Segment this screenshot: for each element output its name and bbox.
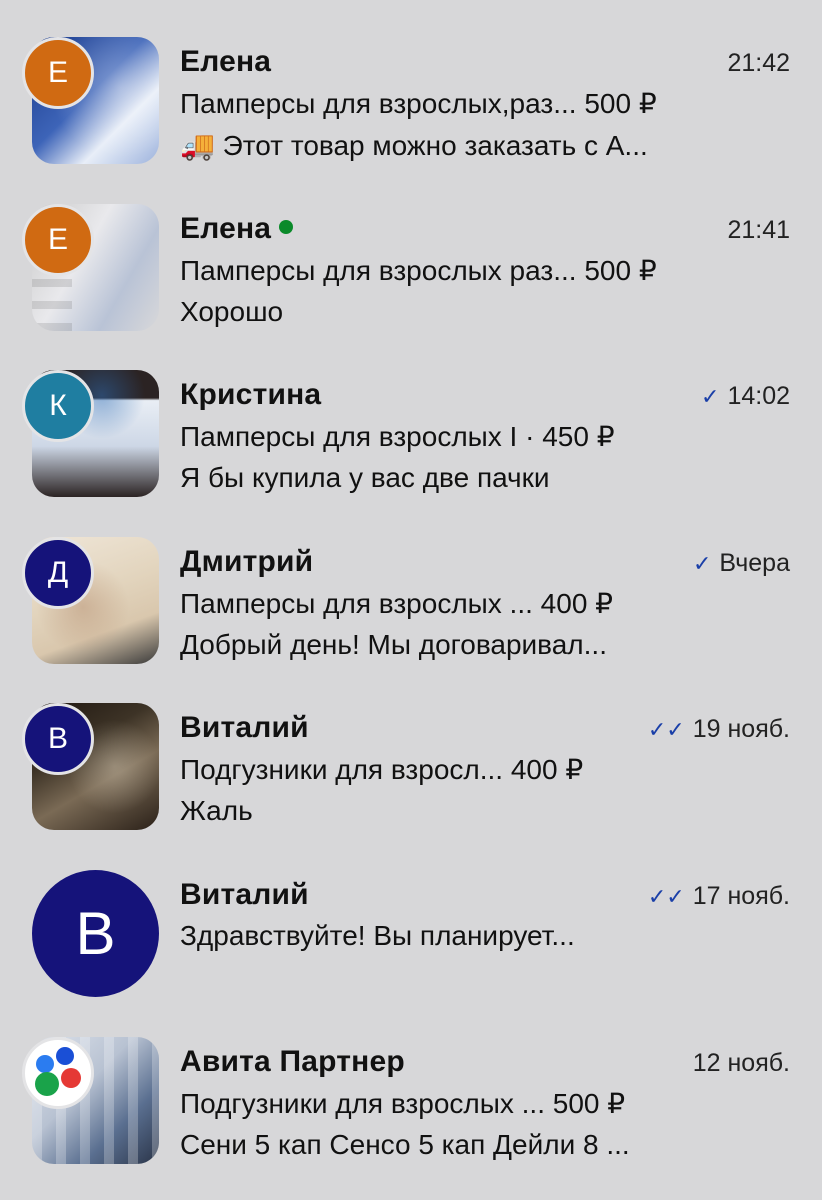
avatar: Е: [22, 204, 94, 276]
listing-title: Подгузники для взрослых ... 500 ₽: [180, 1088, 626, 1119]
listing-title: Памперсы для взрослых раз... 500 ₽: [180, 255, 657, 286]
last-message: Добрый день! Мы договаривал...: [180, 629, 607, 660]
sent-check-icon: ✓: [701, 384, 720, 409]
contact-name: Кристина: [180, 378, 322, 411]
online-indicator: [279, 220, 294, 235]
contact-name: Елена: [180, 212, 294, 246]
listing-title: Памперсы для взрослых,раз... 500 ₽: [180, 88, 657, 119]
contact-name: Дмитрий: [180, 545, 314, 578]
message-time: ✓ 14:02: [701, 382, 790, 410]
listing-title: Памперсы для взрослых ... 400 ₽: [180, 588, 613, 619]
partner-logo-icon: [22, 1037, 94, 1109]
message-time: 21:41: [727, 216, 790, 244]
last-message: Хорошо: [180, 296, 284, 327]
last-message: Жаль: [180, 795, 253, 826]
avatar: В: [32, 870, 159, 997]
contact-name: Елена: [180, 45, 272, 78]
contact-name: Авита Партнер: [180, 1045, 405, 1078]
chat-row[interactable]: В Виталий ✓✓ 17 нояб. Здравствуйте! Вы пл…: [0, 870, 822, 1030]
partner-logo-icon: [35, 1047, 81, 1096]
avatar: Д: [22, 537, 94, 609]
message-time: ✓✓ 19 нояб.: [647, 715, 790, 743]
chat-list: Е Елена 21:42 Памперсы для взрослых,раз.…: [0, 0, 822, 1200]
last-message: 🚚 Этот товар можно заказать с А...: [180, 130, 648, 161]
contact-name: Виталий: [180, 878, 309, 911]
listing-title: Подгузники для взросл... 400 ₽: [180, 754, 584, 785]
chat-row[interactable]: К Кристина ✓ 14:02 Памперсы для взрослых …: [0, 370, 822, 530]
chat-row[interactable]: Авита Партнер 12 нояб. Подгузники для вз…: [0, 1037, 822, 1197]
chat-row[interactable]: Е Елена 21:42 Памперсы для взрослых,раз.…: [0, 37, 822, 197]
chat-row[interactable]: Д Дмитрий ✓ Вчера Памперсы для взрослых .…: [0, 537, 822, 697]
message-time: 12 нояб.: [692, 1049, 790, 1077]
avatar: В: [22, 703, 94, 775]
last-message: Сени 5 кап Сенсо 5 кап Дейли 8 ...: [180, 1129, 630, 1160]
avatar: К: [22, 370, 94, 442]
message-time: ✓ Вчера: [692, 549, 790, 577]
chat-row[interactable]: В Виталий ✓✓ 19 нояб. Подгузники для взро…: [0, 703, 822, 863]
read-check-icon: ✓✓: [647, 884, 685, 909]
listing-title: Памперсы для взрослых I · 450 ₽: [180, 421, 615, 452]
last-message: Я бы купила у вас две пачки: [180, 462, 550, 493]
message-time: 21:42: [727, 49, 790, 77]
message-time: ✓✓ 17 нояб.: [647, 882, 790, 910]
contact-name: Виталий: [180, 711, 309, 744]
last-message: Здравствуйте! Вы планирует...: [180, 920, 575, 951]
avatar: Е: [22, 37, 94, 109]
read-check-icon: ✓✓: [647, 717, 685, 742]
sent-check-icon: ✓: [692, 551, 712, 576]
chat-row[interactable]: Е Елена 21:41 Памперсы для взрослых раз.…: [0, 204, 822, 364]
